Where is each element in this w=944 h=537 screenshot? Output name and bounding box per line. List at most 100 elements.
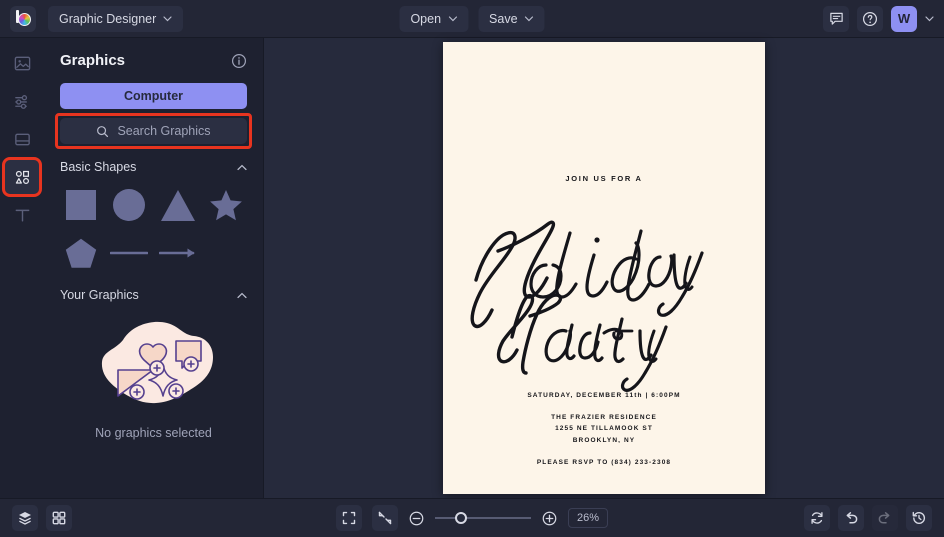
bottom-left-tools	[12, 505, 72, 531]
zoom-slider[interactable]	[435, 512, 531, 524]
open-label: Open	[410, 11, 442, 26]
your-graphics-label: Your Graphics	[60, 288, 139, 302]
sliders-icon	[14, 94, 27, 109]
history-icon	[912, 511, 926, 524]
square-icon	[66, 190, 97, 220]
graphics-blob-illustration	[101, 321, 213, 404]
avatar-initial: W	[897, 11, 911, 26]
computer-button-label: Computer	[123, 89, 184, 103]
shapes-grid-icon	[15, 170, 29, 184]
redo-button[interactable]	[872, 505, 898, 531]
top-center-menu: Open Save	[399, 5, 545, 32]
shape-star[interactable]	[205, 186, 247, 224]
search-icon	[97, 125, 109, 137]
document-name-label: Graphic Designer	[59, 11, 157, 26]
fit-to-screen-button[interactable]	[372, 505, 398, 531]
sidebar-item-image[interactable]	[5, 46, 39, 80]
zoom-in-button[interactable]	[541, 510, 558, 527]
holiday-party-script-art	[470, 220, 704, 392]
bottom-bar: 26%	[0, 498, 944, 537]
search-placeholder: Search Graphics	[117, 124, 211, 138]
sidebar-item-template[interactable]	[5, 122, 39, 156]
chevron-up-icon	[237, 292, 247, 298]
invite-eyebrow: JOIN US FOR A	[565, 174, 643, 183]
chevron-down-icon	[524, 15, 534, 21]
basic-shapes-grid	[60, 186, 247, 272]
color-wheel-icon	[17, 13, 31, 26]
zoom-out-button[interactable]	[408, 510, 425, 527]
logo-mark	[15, 10, 32, 27]
shape-line[interactable]	[108, 234, 150, 272]
zoom-level-value[interactable]: 26%	[568, 508, 608, 528]
fullscreen-button[interactable]	[336, 505, 362, 531]
pentagon-icon	[65, 238, 97, 268]
feedback-button[interactable]	[823, 5, 849, 32]
history-button[interactable]	[906, 505, 932, 531]
graphic-designer-app: Graphic Designer Open Save W Graphics Co…	[0, 0, 944, 537]
befunky-logo[interactable]	[10, 5, 36, 32]
shape-triangle[interactable]	[157, 186, 199, 224]
invite-address: THE FRAZIER RESIDENCE 1255 NE TILLAMOOK …	[443, 412, 765, 446]
open-menu-button[interactable]: Open	[399, 5, 469, 32]
chat-bubble-icon	[829, 12, 843, 25]
top-right-actions: W	[823, 5, 934, 32]
expand-icon	[342, 511, 356, 525]
arrow-icon	[158, 248, 195, 258]
basic-shapes-label: Basic Shapes	[60, 160, 137, 174]
canvas-workspace[interactable]: JOIN US FOR A SATURDAY, DECEMBER 11th | …	[264, 38, 944, 498]
shape-circle[interactable]	[108, 186, 150, 224]
grid-icon	[52, 511, 66, 525]
chevron-down-icon	[448, 15, 457, 21]
computer-upload-button[interactable]: Computer	[60, 83, 247, 109]
invite-rsvp: PLEASE RSVP TO (834) 233-2308	[536, 459, 672, 466]
circle-icon	[113, 189, 146, 221]
star-icon	[209, 189, 242, 220]
panel-header: Graphics	[60, 52, 247, 69]
user-avatar[interactable]: W	[891, 5, 917, 32]
invite-details: SATURDAY, DECEMBER 11th | 6:00PM THE FRA…	[443, 392, 765, 466]
shape-arrow[interactable]	[157, 234, 199, 272]
sidebar-item-text[interactable]	[5, 198, 39, 232]
chevron-up-icon	[237, 164, 247, 170]
page-title: Graphics	[60, 52, 126, 69]
document-name-dropdown[interactable]: Graphic Designer	[48, 5, 184, 32]
line-icon	[110, 251, 149, 255]
undo-button[interactable]	[838, 505, 864, 531]
reset-button[interactable]	[804, 505, 830, 531]
search-input[interactable]: Search Graphics	[60, 118, 247, 144]
graphics-panel: Graphics Computer Search Graphics Basic …	[44, 38, 264, 498]
shape-pentagon[interactable]	[60, 234, 102, 272]
invite-headline	[443, 187, 765, 397]
layers-button[interactable]	[12, 505, 38, 531]
grid-button[interactable]	[46, 505, 72, 531]
zoom-controls: 26%	[336, 505, 608, 531]
help-circle-icon	[862, 11, 878, 26]
search-graphics-wrapper: Search Graphics	[55, 113, 252, 149]
invite-city: BROOKLYN, NY	[572, 436, 636, 444]
app-body: Graphics Computer Search Graphics Basic …	[0, 38, 944, 498]
undo-icon	[846, 512, 858, 524]
avatar-chevron-down-icon[interactable]	[925, 15, 934, 22]
empty-state-illustration	[60, 314, 247, 424]
layers-icon	[19, 512, 31, 525]
reset-icon	[811, 512, 823, 524]
triangle-icon	[160, 189, 195, 221]
sidebar-item-graphics[interactable]	[2, 157, 42, 197]
invite-date: SATURDAY, DECEMBER 11th | 6:00PM	[527, 391, 681, 399]
design-canvas[interactable]: JOIN US FOR A SATURDAY, DECEMBER 11th | …	[443, 42, 765, 494]
shape-square[interactable]	[60, 186, 102, 224]
image-icon	[14, 56, 30, 70]
fit-to-screen-icon	[378, 511, 392, 525]
invite-street: 1255 NE TILLAMOOK ST	[555, 425, 653, 433]
section-your-graphics[interactable]: Your Graphics	[60, 288, 247, 302]
sidebar-item-edit[interactable]	[5, 84, 39, 118]
tool-rail	[0, 38, 44, 498]
section-basic-shapes[interactable]: Basic Shapes	[60, 160, 247, 174]
save-menu-button[interactable]: Save	[478, 5, 545, 32]
info-circle-icon[interactable]	[231, 53, 247, 69]
top-bar: Graphic Designer Open Save W	[0, 0, 944, 38]
redo-icon	[878, 512, 890, 524]
help-button[interactable]	[857, 5, 883, 32]
zoom-slider-handle[interactable]	[454, 512, 467, 524]
chevron-down-icon	[163, 15, 172, 21]
